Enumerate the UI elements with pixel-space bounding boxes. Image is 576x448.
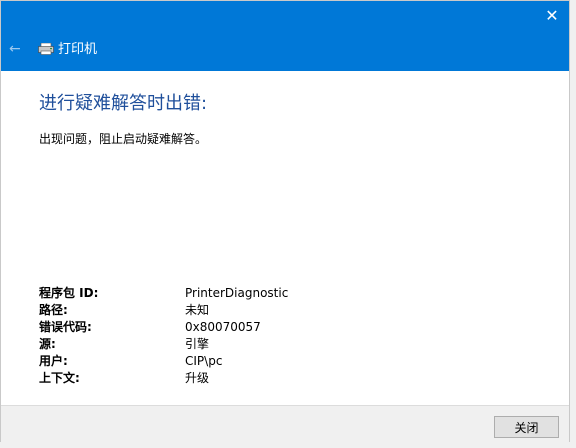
detail-value: 升级 — [185, 371, 210, 385]
detail-value: 0x80070057 — [185, 320, 261, 334]
app-title: 打印机 — [58, 42, 98, 57]
detail-value: CIP\pc — [185, 354, 223, 368]
detail-row-error-code: 错误代码: 0x80070057 — [39, 319, 369, 336]
detail-label: 源: — [39, 337, 56, 351]
detail-label: 程序包 ID: — [39, 286, 99, 300]
detail-value: 引擎 — [185, 337, 210, 351]
detail-row-path: 路径: 未知 — [39, 302, 369, 319]
detail-row-source: 源: 引擎 — [39, 336, 369, 353]
detail-row-package-id: 程序包 ID: PrinterDiagnostic — [39, 285, 369, 302]
close-icon[interactable]: ✕ — [543, 7, 561, 25]
detail-label: 路径: — [39, 303, 68, 317]
detail-label: 上下文: — [39, 371, 80, 385]
troubleshooter-dialog: ✕ ← 打印机 进行疑难解答时出错: 出现问题，阻止启动疑难解答。 程序包 ID… — [0, 0, 570, 443]
detail-row-user: 用户: CIP\pc — [39, 353, 369, 370]
detail-value: 未知 — [185, 303, 210, 317]
detail-value: PrinterDiagnostic — [185, 286, 289, 300]
dialog-footer: 关闭 — [1, 405, 569, 443]
back-arrow-icon[interactable]: ← — [9, 41, 25, 57]
close-button[interactable]: 关闭 — [494, 416, 559, 438]
error-title: 进行疑难解答时出错: — [39, 93, 208, 114]
detail-label: 错误代码: — [39, 320, 92, 334]
error-details: 程序包 ID: PrinterDiagnostic 路径: 未知 错误代码: 0… — [39, 285, 369, 387]
error-description: 出现问题，阻止启动疑难解答。 — [39, 132, 208, 146]
detail-row-context: 上下文: 升级 — [39, 370, 369, 387]
detail-label: 用户: — [39, 354, 68, 368]
dialog-header: ✕ ← 打印机 — [1, 1, 569, 71]
printer-icon — [38, 43, 54, 55]
